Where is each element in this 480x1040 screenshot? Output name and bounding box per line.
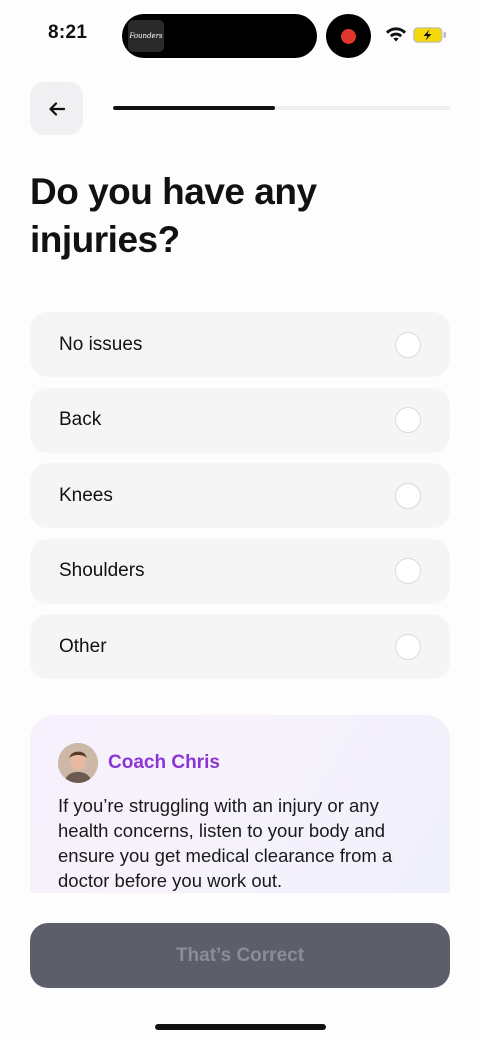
option-label: Shoulders bbox=[59, 560, 145, 582]
progress-bar bbox=[113, 106, 450, 110]
coach-portrait-icon bbox=[58, 743, 98, 783]
island-thumbnail: Founders bbox=[128, 20, 164, 52]
option-label: Knees bbox=[59, 484, 113, 506]
option-label: Other bbox=[59, 635, 107, 657]
dynamic-island: Founders bbox=[122, 14, 317, 58]
coach-header: Coach Chris bbox=[58, 743, 422, 783]
option-shoulders[interactable]: Shoulders bbox=[30, 538, 450, 604]
radio-circle-icon[interactable] bbox=[395, 633, 421, 660]
back-button[interactable] bbox=[30, 82, 83, 135]
coach-message: If you’re struggling with an injury or a… bbox=[58, 795, 393, 891]
coach-name: Coach Chris bbox=[108, 752, 220, 773]
screen-recording-indicator bbox=[326, 14, 371, 58]
radio-circle-icon[interactable] bbox=[395, 482, 421, 509]
injury-options-list: No issues Back Knees Shoulders Other bbox=[30, 312, 450, 690]
question-title: Do you have any injuries? bbox=[30, 171, 317, 260]
radio-circle-icon[interactable] bbox=[395, 558, 421, 585]
thats-correct-button[interactable]: That’s Correct bbox=[30, 923, 450, 988]
record-dot-icon bbox=[341, 28, 356, 44]
option-no-issues[interactable]: No issues bbox=[30, 312, 450, 377]
radio-circle-icon[interactable] bbox=[395, 331, 421, 358]
onboarding-screen: 8:21 Founders Do you have any injuries? … bbox=[0, 0, 480, 1040]
radio-circle-icon[interactable] bbox=[395, 407, 421, 434]
coach-tip-card: Coach Chris If you’re struggling with an… bbox=[30, 715, 450, 893]
home-indicator[interactable] bbox=[155, 1024, 326, 1030]
progress-fill bbox=[113, 106, 275, 110]
status-time: 8:21 bbox=[48, 22, 88, 43]
option-other[interactable]: Other bbox=[30, 614, 450, 680]
arrow-left-icon bbox=[48, 101, 65, 116]
option-back[interactable]: Back bbox=[30, 387, 450, 453]
option-label: Back bbox=[59, 409, 102, 431]
coach-avatar bbox=[58, 743, 98, 783]
option-knees[interactable]: Knees bbox=[30, 463, 450, 529]
option-label: No issues bbox=[59, 333, 143, 355]
wifi-icon bbox=[386, 27, 406, 42]
battery-charging-icon bbox=[413, 27, 446, 43]
